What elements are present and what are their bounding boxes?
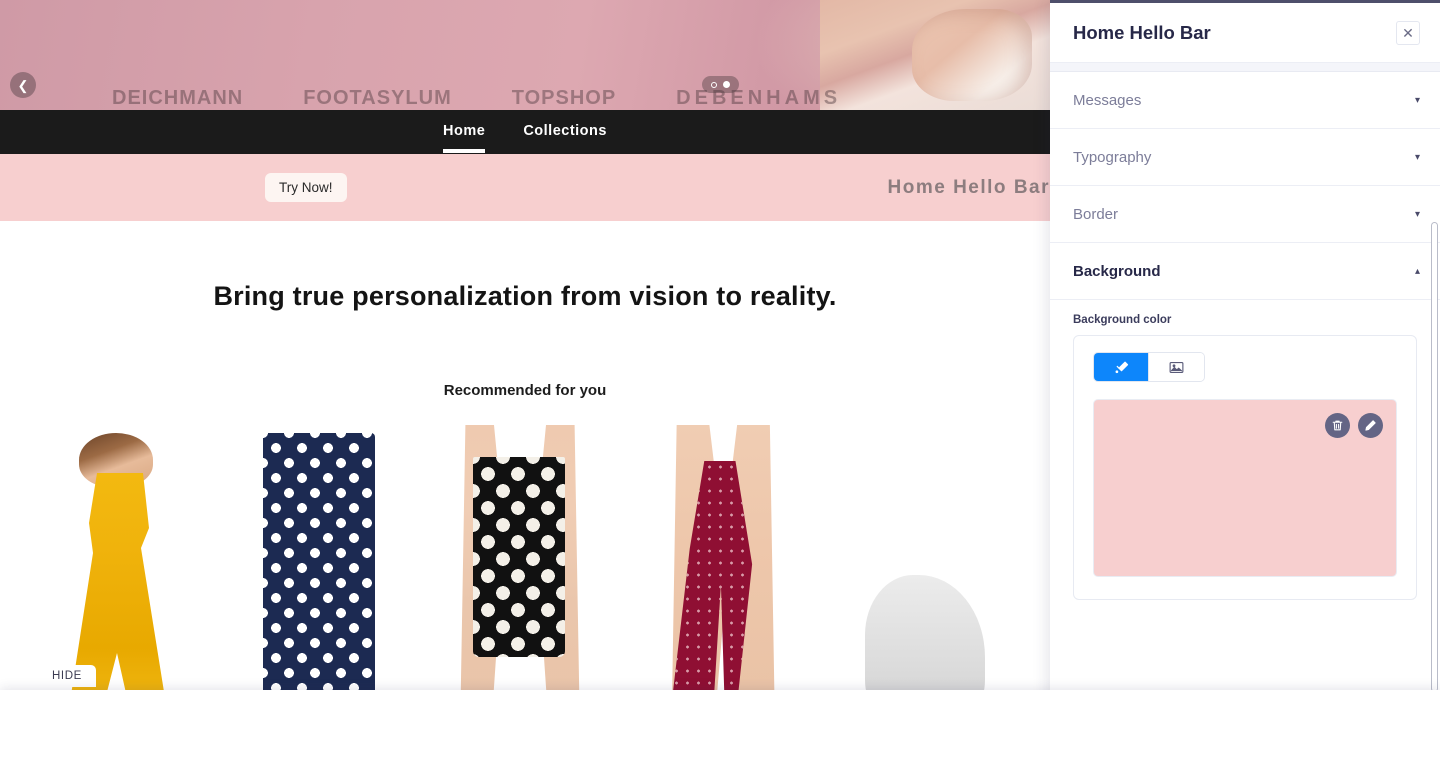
page-headline: Bring true personalization from vision t…	[213, 281, 837, 311]
app-root: ❮ DEICHMANN FOOTASYLUM TOPSHOP DEBENHAMS…	[0, 0, 1440, 765]
accordion-border[interactable]: Border ▾	[1050, 186, 1440, 243]
delete-color-button[interactable]	[1325, 413, 1350, 438]
paint-bucket-icon	[1113, 359, 1130, 376]
product-list	[0, 425, 1050, 725]
panel-title: Home Hello Bar	[1073, 21, 1211, 43]
close-icon[interactable]: ✕	[1396, 20, 1420, 45]
hello-bar[interactable]: Try Now! Home Hello Bar	[0, 154, 1050, 221]
accordion-messages[interactable]: Messages ▾	[1050, 72, 1440, 129]
background-section: Background color	[1050, 300, 1440, 600]
bottom-toolbar: Edit Navigate	[0, 690, 1440, 765]
pencil-icon	[1364, 419, 1377, 432]
panel-body: Messages ▾ Typography ▾ Border ▾ Backgro…	[1050, 72, 1440, 703]
accordion-typography[interactable]: Typography ▾	[1050, 129, 1440, 186]
edit-color-button[interactable]	[1358, 413, 1383, 438]
settings-panel: Home Hello Bar ✕ Messages ▾ Typography ▾…	[1050, 0, 1440, 765]
try-now-button[interactable]: Try Now!	[265, 173, 347, 202]
background-color-card	[1073, 335, 1417, 600]
product-card[interactable]	[845, 425, 1005, 725]
accordion-typography-label: Typography	[1073, 148, 1152, 166]
brand-logo: DEICHMANN	[112, 87, 244, 109]
solid-color-tab[interactable]	[1094, 353, 1149, 381]
panel-divider	[1050, 63, 1440, 72]
chevron-down-icon: ▾	[1414, 208, 1420, 220]
swatch-actions	[1325, 413, 1383, 438]
hello-bar-text: Home Hello Bar	[887, 176, 1050, 198]
image-icon	[1168, 359, 1185, 376]
accordion-background[interactable]: Background ▴	[1050, 243, 1440, 300]
site-navbar: Home Collections	[0, 110, 1050, 154]
accordion-border-label: Border	[1073, 205, 1119, 223]
brand-logo-strip: DEICHMANN FOOTASYLUM TOPSHOP DEBENHAMS	[0, 84, 1050, 110]
recommendations-title: Recommended for you	[443, 382, 607, 399]
accordion-background-label: Background	[1073, 262, 1161, 280]
image-background-tab[interactable]	[1149, 353, 1204, 381]
website-preview: ❮ DEICHMANN FOOTASYLUM TOPSHOP DEBENHAMS…	[0, 0, 1050, 765]
background-color-label: Background color	[1073, 314, 1172, 326]
color-swatch-preview[interactable]	[1093, 399, 1397, 577]
panel-header: Home Hello Bar ✕	[1050, 3, 1440, 63]
brand-logo: DEBENHAMS	[676, 87, 842, 109]
panel-scrollbar[interactable]	[1431, 222, 1438, 692]
product-card[interactable]	[645, 425, 805, 725]
product-card[interactable]	[445, 425, 605, 725]
hide-toolbar-tab[interactable]: HIDE	[38, 665, 96, 687]
background-type-toggle	[1093, 352, 1205, 382]
nav-item-collections[interactable]: Collections	[523, 123, 607, 142]
nav-item-home[interactable]: Home	[443, 123, 486, 153]
chevron-down-icon: ▾	[1414, 151, 1420, 163]
chevron-down-icon: ▾	[1414, 94, 1420, 106]
trash-icon	[1331, 419, 1344, 432]
product-card[interactable]	[245, 425, 405, 725]
hero-banner: ❮ DEICHMANN FOOTASYLUM TOPSHOP DEBENHAMS	[0, 0, 1050, 110]
brand-logo: TOPSHOP	[511, 87, 617, 109]
accordion-messages-label: Messages	[1073, 91, 1142, 109]
chevron-up-icon: ▴	[1414, 265, 1420, 277]
brand-logo: FOOTASYLUM	[303, 87, 452, 109]
